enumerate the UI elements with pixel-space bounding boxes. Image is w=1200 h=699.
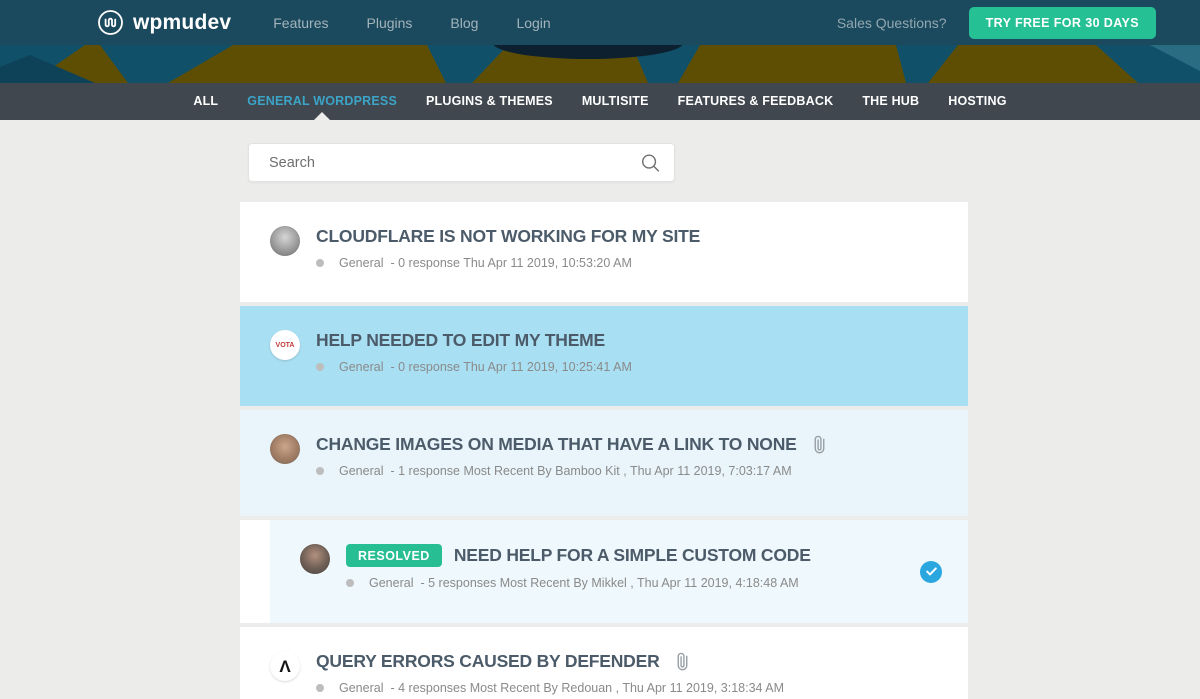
- main-content: CLOUDFLARE IS NOT WORKING FOR MY SITE Ge…: [0, 120, 1200, 699]
- reply-panel: RESOLVED NEED HELP FOR A SIMPLE CUSTOM C…: [270, 520, 968, 623]
- nav-link-plugins[interactable]: Plugins: [367, 15, 413, 31]
- status-dot-icon: [316, 467, 324, 475]
- paperclip-icon: [807, 432, 831, 456]
- topic-meta: General - 1 response Most Recent By Bamb…: [316, 464, 942, 478]
- topic-category: General: [339, 464, 383, 478]
- topic-category: General: [339, 360, 383, 374]
- topic-main: RESOLVED NEED HELP FOR A SIMPLE CUSTOM C…: [346, 544, 942, 623]
- topic-row[interactable]: Λ QUERY ERRORS CAUSED BY DEFENDER Genera…: [240, 627, 968, 699]
- avatar[interactable]: [300, 544, 330, 574]
- status-dot-icon: [316, 684, 324, 692]
- avatar-logo-text: VOTA: [276, 342, 295, 349]
- topic-list: CLOUDFLARE IS NOT WORKING FOR MY SITE Ge…: [240, 202, 968, 699]
- try-free-button[interactable]: TRY FREE FOR 30 DAYS: [969, 7, 1156, 39]
- avatar[interactable]: [270, 434, 300, 464]
- resolved-badge: RESOLVED: [346, 544, 442, 567]
- topnav-right: Sales Questions? TRY FREE FOR 30 DAYS: [837, 7, 1156, 39]
- hero-banner: [0, 45, 1200, 83]
- topic-title[interactable]: HELP NEEDED TO EDIT MY THEME: [316, 330, 605, 351]
- tab-hosting[interactable]: HOSTING: [948, 83, 1006, 120]
- topic-main: QUERY ERRORS CAUSED BY DEFENDER General …: [316, 651, 942, 699]
- topic-category: General: [369, 576, 413, 590]
- sunburst-artwork: [0, 45, 1200, 83]
- topic-title[interactable]: NEED HELP FOR A SIMPLE CUSTOM CODE: [454, 545, 811, 566]
- topic-row[interactable]: CLOUDFLARE IS NOT WORKING FOR MY SITE Ge…: [240, 202, 968, 302]
- topic-title[interactable]: QUERY ERRORS CAUSED BY DEFENDER: [316, 651, 660, 672]
- topic-row[interactable]: CHANGE IMAGES ON MEDIA THAT HAVE A LINK …: [240, 410, 968, 516]
- wpmudev-logo[interactable]: wpmudev: [97, 9, 231, 36]
- topic-meta: General - 5 responses Most Recent By Mik…: [346, 576, 942, 590]
- nav-link-features[interactable]: Features: [273, 15, 328, 31]
- category-tabbar: ALL GENERAL WORDPRESS PLUGINS & THEMES M…: [0, 83, 1200, 120]
- nav-link-login[interactable]: Login: [516, 15, 550, 31]
- topic-info: - 0 response Thu Apr 11 2019, 10:53:20 A…: [390, 256, 631, 270]
- topic-main: CHANGE IMAGES ON MEDIA THAT HAVE A LINK …: [316, 434, 942, 516]
- top-navigation: wpmudev Features Plugins Blog Login Sale…: [0, 0, 1200, 45]
- topic-main: CLOUDFLARE IS NOT WORKING FOR MY SITE Ge…: [316, 226, 942, 302]
- search-icon[interactable]: [641, 153, 660, 172]
- topic-meta: General - 0 response Thu Apr 11 2019, 10…: [316, 256, 942, 270]
- paperclip-icon: [670, 649, 694, 673]
- topic-category: General: [339, 256, 383, 270]
- topic-meta: General - 0 response Thu Apr 11 2019, 10…: [316, 360, 942, 374]
- topic-row-highlighted[interactable]: VOTA HELP NEEDED TO EDIT MY THEME Genera…: [240, 306, 968, 406]
- tab-features-feedback[interactable]: FEATURES & FEEDBACK: [678, 83, 834, 120]
- sales-questions-link[interactable]: Sales Questions?: [837, 15, 947, 31]
- topic-category: General: [339, 681, 383, 695]
- wpmudev-logo-icon: [97, 9, 124, 36]
- avatar[interactable]: [270, 226, 300, 256]
- status-dot-icon: [346, 579, 354, 587]
- tab-all[interactable]: ALL: [193, 83, 218, 120]
- search-box: [248, 143, 675, 182]
- topic-row-resolved[interactable]: RESOLVED NEED HELP FOR A SIMPLE CUSTOM C…: [240, 520, 968, 623]
- topic-info: - 4 responses Most Recent By Redouan , T…: [390, 681, 784, 695]
- topic-title[interactable]: CLOUDFLARE IS NOT WORKING FOR MY SITE: [316, 226, 700, 247]
- status-dot-icon: [316, 259, 324, 267]
- brand-name[interactable]: wpmudev: [133, 11, 231, 35]
- topic-info: - 5 responses Most Recent By Mikkel , Th…: [420, 576, 798, 590]
- avatar[interactable]: Λ: [270, 651, 300, 681]
- topnav-links: Features Plugins Blog Login: [273, 15, 550, 31]
- search-input[interactable]: [249, 144, 674, 181]
- topic-meta: General - 4 responses Most Recent By Red…: [316, 681, 942, 695]
- tab-multisite[interactable]: MULTISITE: [582, 83, 649, 120]
- status-dot-icon: [316, 363, 324, 371]
- avatar-logo-text: Λ: [279, 658, 290, 675]
- topic-main: HELP NEEDED TO EDIT MY THEME General - 0…: [316, 330, 942, 406]
- nav-link-blog[interactable]: Blog: [450, 15, 478, 31]
- tab-general-wordpress[interactable]: GENERAL WORDPRESS: [247, 83, 397, 120]
- resolved-check-icon: [920, 561, 942, 583]
- avatar[interactable]: VOTA: [270, 330, 300, 360]
- topic-info: - 0 response Thu Apr 11 2019, 10:25:41 A…: [390, 360, 631, 374]
- tab-the-hub[interactable]: THE HUB: [862, 83, 919, 120]
- topic-title[interactable]: CHANGE IMAGES ON MEDIA THAT HAVE A LINK …: [316, 434, 797, 455]
- tab-plugins-themes[interactable]: PLUGINS & THEMES: [426, 83, 553, 120]
- topic-info: - 1 response Most Recent By Bamboo Kit ,…: [390, 464, 791, 478]
